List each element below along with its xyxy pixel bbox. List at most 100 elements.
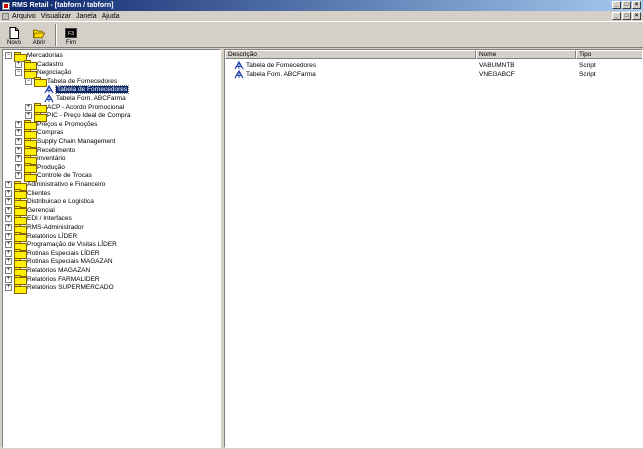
expand-icon[interactable]: + xyxy=(5,198,12,206)
tree-item-label: Distribuicao e Logistica xyxy=(27,198,94,206)
mdi-restore-button[interactable]: □ xyxy=(622,12,631,20)
tree-item-label: Tabela de Fornecedores xyxy=(47,77,118,85)
menu-bar: Arquivo Visualizar Janela Ajuda xyxy=(0,11,643,21)
expand-icon[interactable]: + xyxy=(5,284,12,292)
expand-icon[interactable]: + xyxy=(5,189,12,197)
expand-icon[interactable]: + xyxy=(5,275,12,283)
maximize-button[interactable]: □ xyxy=(622,1,631,9)
column-descricao[interactable]: Descrição xyxy=(225,50,476,59)
abrir-button[interactable]: Abrir xyxy=(28,24,50,46)
folder-icon xyxy=(14,240,27,251)
expand-icon[interactable]: + xyxy=(15,138,22,145)
fim-label: Fim xyxy=(66,40,76,46)
expand-icon[interactable]: + xyxy=(25,103,32,111)
column-tipo[interactable]: Tipo xyxy=(576,50,642,59)
menu-ajuda[interactable]: Ajuda xyxy=(102,13,120,20)
new-document-icon xyxy=(8,27,20,39)
abrir-label: Abrir xyxy=(32,40,46,46)
folder-icon xyxy=(24,120,37,131)
column-nome[interactable]: Nome xyxy=(476,50,576,59)
expand-icon[interactable]: + xyxy=(15,155,22,163)
expand-icon[interactable]: + xyxy=(15,120,22,128)
folder-icon xyxy=(24,128,37,139)
folder-icon xyxy=(14,206,27,217)
tree-item-label: Cadastro xyxy=(37,60,64,68)
minimize-button[interactable]: _ xyxy=(612,1,621,9)
tree-item-label: Gerencial xyxy=(27,206,55,214)
cell-nome: VABUMNTB xyxy=(479,62,515,69)
expand-icon[interactable]: + xyxy=(5,258,12,266)
tree-item-label: Administrativo e Financeiro xyxy=(27,181,106,188)
folder-icon xyxy=(14,223,27,234)
folder-icon xyxy=(24,163,37,174)
collapse-icon[interactable]: − xyxy=(15,69,22,77)
tree-item-label: Produção xyxy=(37,163,65,171)
document-icon[interactable] xyxy=(2,12,9,20)
expand-icon[interactable]: + xyxy=(5,267,12,274)
list-item[interactable]: Tabela Forn. ABCFarma VNEGABCF Script xyxy=(225,70,642,79)
expand-icon[interactable]: + xyxy=(5,181,12,188)
tree-pane[interactable]: − Mercadorias + Cadastro − Negociação − Tabela … xyxy=(2,49,221,448)
tree-item-label: Supply Chain Management xyxy=(37,138,116,145)
mdi-window-controls: _ □ × xyxy=(611,12,641,20)
mdi-close-button[interactable]: × xyxy=(632,12,641,20)
folder-icon xyxy=(24,154,37,165)
title-bar: RMS Retail - [tabforn / tabforn] _ □ × xyxy=(0,0,643,11)
expand-icon[interactable]: + xyxy=(15,163,22,171)
folder-icon xyxy=(14,275,27,286)
close-button[interactable]: × xyxy=(632,1,641,9)
tree-item-label: Relatórios SUPERMERCADO xyxy=(27,284,114,292)
tree-item-label: Rotinas Especiais MAGAZAN xyxy=(27,258,113,266)
script-icon xyxy=(234,61,244,70)
f3-key-icon: F3 xyxy=(65,27,77,39)
tree-item-label: Controle de Trocas xyxy=(37,172,92,180)
collapse-icon[interactable]: − xyxy=(5,52,12,59)
expand-icon[interactable]: + xyxy=(5,249,12,257)
list-header: Descrição Nome Tipo xyxy=(225,50,642,59)
folder-icon xyxy=(24,60,37,71)
expand-icon[interactable]: + xyxy=(5,224,12,231)
list-item[interactable]: Tabela de Fornecedores VABUMNTB Script xyxy=(225,61,642,70)
tree-item-label: Programação de Visitas LÍDER xyxy=(27,241,117,249)
tree-item-label: Relatórios FARMALIDER xyxy=(27,275,100,283)
tree-item-label: Tabela Forn. ABCFarma xyxy=(56,95,126,102)
novo-button[interactable]: Novo xyxy=(3,24,25,46)
tree-item-label: RMS-Administrador xyxy=(27,224,84,231)
folder-icon xyxy=(14,197,27,208)
expand-icon[interactable]: + xyxy=(5,206,12,214)
novo-label: Novo xyxy=(6,40,21,46)
tree-item-label: PIC - Preço Ideal de Compra xyxy=(47,112,131,120)
expand-icon[interactable]: + xyxy=(15,146,22,154)
folder-icon xyxy=(34,103,47,114)
expand-icon[interactable]: + xyxy=(25,112,32,120)
expand-icon[interactable]: + xyxy=(5,232,12,240)
cell-tipo: Script xyxy=(579,71,596,78)
tree-item-label: Compras xyxy=(37,129,64,137)
folder-icon xyxy=(14,214,27,225)
collapse-icon[interactable]: − xyxy=(25,77,32,85)
folder-icon xyxy=(14,180,27,191)
toolbar: Novo Abrir F3 Fim xyxy=(0,21,643,48)
cell-descricao: Tabela de Fornecedores xyxy=(225,61,476,70)
expand-icon[interactable]: + xyxy=(15,172,22,180)
mdi-minimize-button[interactable]: _ xyxy=(612,12,621,20)
folder-icon xyxy=(34,111,47,122)
tree-item-label: Mercadorias xyxy=(27,52,63,59)
list-pane[interactable]: Descrição Nome Tipo Tabela de Fornecedor… xyxy=(224,49,643,448)
expand-icon[interactable]: + xyxy=(5,241,12,249)
tree-item[interactable]: + Relatórios SUPERMERCADO xyxy=(5,283,114,294)
menu-arquivo[interactable]: Arquivo xyxy=(12,13,36,20)
menu-janela[interactable]: Janela xyxy=(76,13,97,20)
expand-icon[interactable]: + xyxy=(15,129,22,137)
folder-icon xyxy=(14,257,27,268)
tree-item-label: Rotinas Especiais LÍDER xyxy=(27,249,100,257)
expand-icon[interactable]: + xyxy=(5,215,12,223)
tree-item-label: Recebimento xyxy=(37,146,76,154)
window-title: RMS Retail - [tabforn / tabforn] xyxy=(12,2,114,9)
expand-icon[interactable]: + xyxy=(15,60,22,68)
fim-button[interactable]: F3 Fim xyxy=(60,24,82,46)
app-icon xyxy=(2,1,10,10)
open-folder-icon xyxy=(33,27,45,39)
descricao-text: Tabela Forn. ABCFarma xyxy=(246,71,316,78)
menu-visualizar[interactable]: Visualizar xyxy=(41,13,71,20)
